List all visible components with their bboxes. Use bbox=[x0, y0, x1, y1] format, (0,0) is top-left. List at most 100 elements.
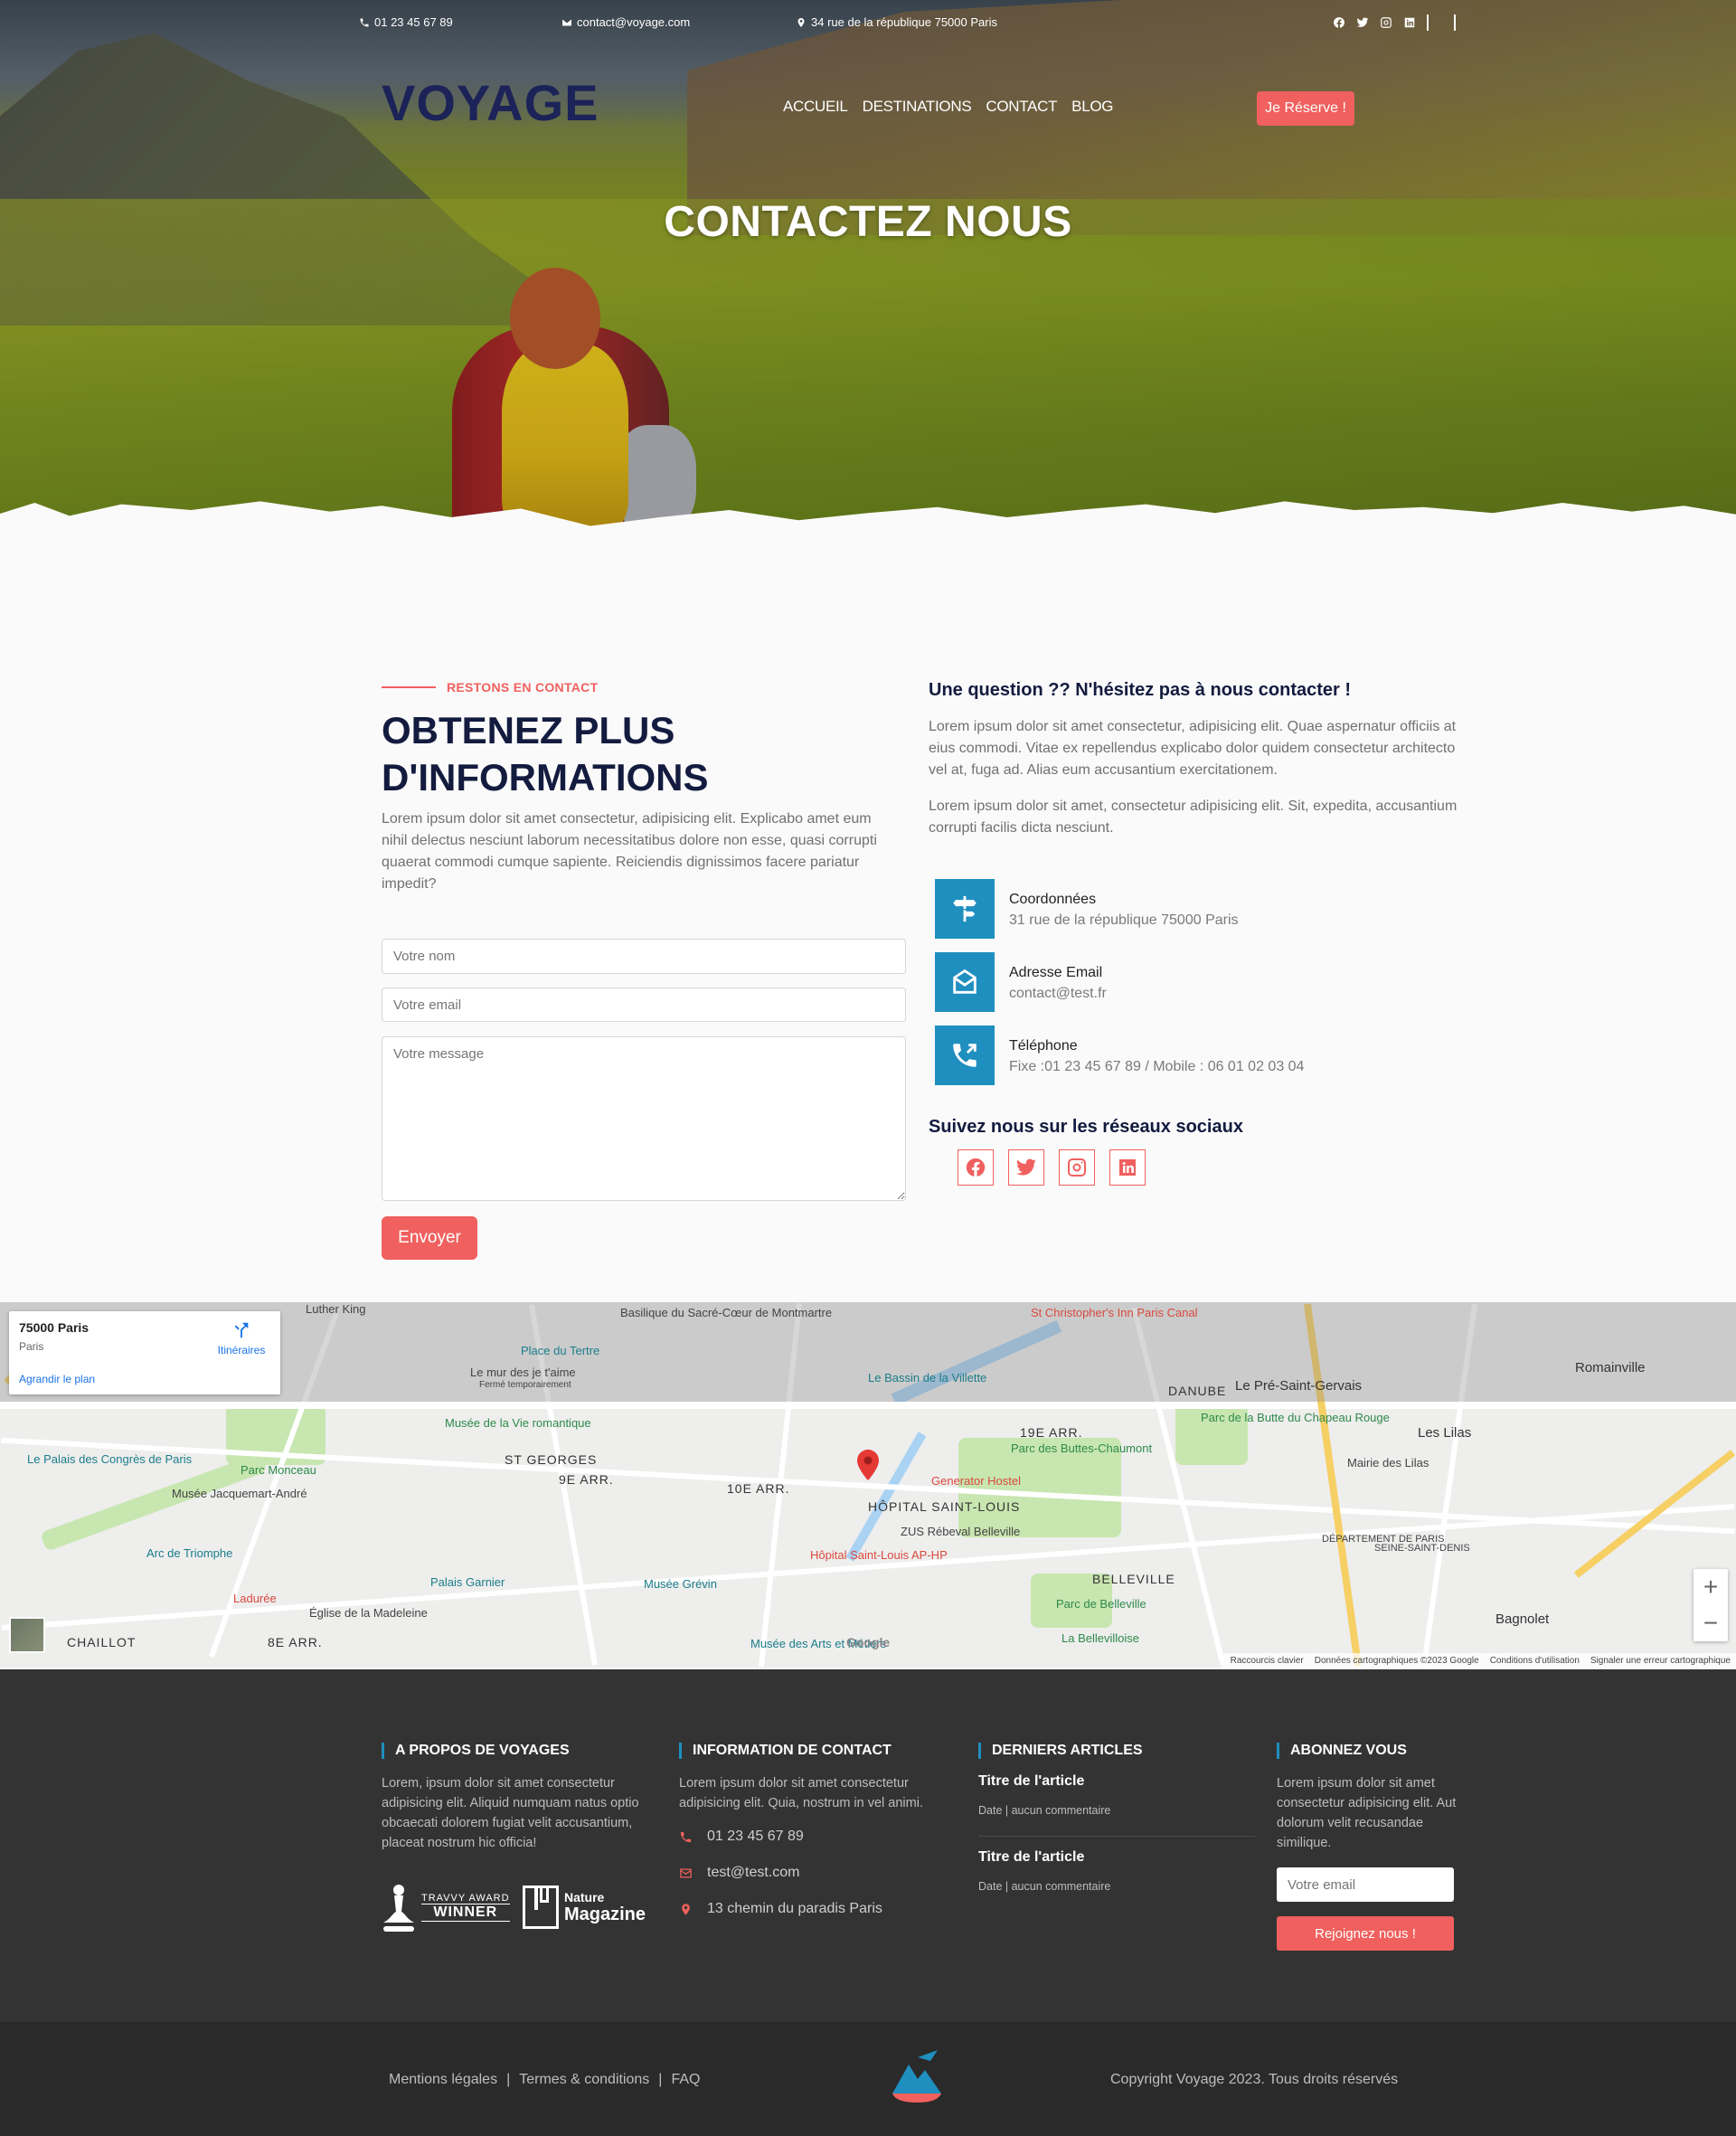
map-label: SEINE-SAINT-DENIS bbox=[1374, 1543, 1470, 1554]
topbar-phone[interactable]: 01 23 45 67 89 bbox=[359, 15, 453, 29]
footer-contact-text: Lorem ipsum dolor sit amet consectetur a… bbox=[679, 1776, 923, 1810]
keyboard-shortcuts-link[interactable]: Raccourcis clavier bbox=[1231, 1656, 1304, 1666]
footer-email-text: test@test.com bbox=[707, 1865, 800, 1880]
nature-magazine-logo-icon bbox=[523, 1886, 559, 1929]
twitter-icon bbox=[1016, 1158, 1036, 1176]
name-input[interactable] bbox=[382, 939, 906, 974]
linkedin-icon[interactable] bbox=[1403, 16, 1416, 29]
zoom-out-button[interactable]: − bbox=[1694, 1605, 1728, 1641]
map-label: ZUS Rébeval Belleville bbox=[901, 1525, 1021, 1538]
map-marker-icon[interactable] bbox=[857, 1450, 879, 1480]
envelope-icon bbox=[562, 19, 571, 25]
map-label: HÔPITAL SAINT-LOUIS bbox=[868, 1499, 1021, 1514]
legal-link[interactable]: Mentions légales bbox=[389, 2072, 497, 2088]
terms-link[interactable]: Conditions d'utilisation bbox=[1490, 1656, 1580, 1666]
info-value[interactable]: Fixe :01 23 45 67 89 / Mobile : 06 01 02… bbox=[1009, 1056, 1304, 1078]
article-title[interactable]: Titre de l'article bbox=[978, 1773, 1084, 1790]
footer-address: 13 chemin du paradis Paris bbox=[679, 1901, 882, 1917]
topbar-email[interactable]: contact@voyage.com bbox=[561, 15, 690, 29]
hero-overlay bbox=[0, 0, 1736, 561]
info-value: 31 rue de la république 75000 Paris bbox=[1009, 912, 1239, 928]
map-zoom-controls: + − bbox=[1694, 1569, 1728, 1641]
terms-link[interactable]: Termes & conditions bbox=[519, 2072, 649, 2088]
envelope-open-icon bbox=[935, 952, 995, 1012]
map-label: Parc de Belleville bbox=[1056, 1597, 1146, 1611]
map-label: Le mur des je t'aime bbox=[470, 1366, 576, 1379]
footer-contact-title: INFORMATION DE CONTACT bbox=[679, 1743, 892, 1759]
topbar-social bbox=[1333, 14, 1456, 31]
directions-icon bbox=[234, 1322, 249, 1338]
article-divider bbox=[978, 1836, 1255, 1837]
directions-button[interactable]: Itinéraires bbox=[210, 1320, 273, 1356]
info-address: Coordonnées 31 rue de la république 7500… bbox=[935, 879, 1239, 939]
hero-banner bbox=[0, 0, 1736, 561]
send-button[interactable]: Envoyer bbox=[382, 1216, 477, 1260]
info-label: Adresse Email bbox=[1009, 965, 1103, 980]
map-label: Romainville bbox=[1575, 1360, 1646, 1375]
footer-legal-links: Mentions légales | Termes & conditions | F… bbox=[389, 2072, 700, 2088]
phone-icon bbox=[680, 1831, 692, 1842]
facebook-link[interactable] bbox=[958, 1149, 994, 1186]
map-label: Le Palais des Congrès de Paris bbox=[27, 1452, 193, 1466]
badge-line-2: WINNER bbox=[421, 1904, 510, 1922]
map-label: ST GEORGES bbox=[505, 1452, 598, 1467]
map-label: Musée de la Vie romantique bbox=[445, 1416, 591, 1430]
trophy-icon bbox=[383, 1885, 414, 1932]
article-title[interactable]: Titre de l'article bbox=[978, 1849, 1084, 1866]
info-value[interactable]: contact@test.fr bbox=[1009, 983, 1107, 1005]
newsletter-email-input[interactable] bbox=[1277, 1867, 1454, 1902]
map-label: Parc de la Butte du Chapeau Rouge bbox=[1201, 1411, 1390, 1424]
map-label: St Christopher's Inn Paris Canal bbox=[1031, 1306, 1198, 1319]
map-marker-icon bbox=[682, 1903, 690, 1915]
message-input[interactable] bbox=[382, 1036, 906, 1201]
nav-item-destinations[interactable]: DESTINATIONS bbox=[863, 98, 972, 116]
instagram-icon[interactable] bbox=[1380, 16, 1392, 29]
voyage-mountain-logo-icon[interactable] bbox=[891, 2048, 943, 2104]
nav-item-blog[interactable]: BLOG bbox=[1071, 98, 1113, 116]
map-label: Luther King bbox=[306, 1302, 366, 1316]
footer-phone[interactable]: 01 23 45 67 89 bbox=[679, 1829, 804, 1845]
reserve-button[interactable]: Je Réserve ! bbox=[1257, 91, 1354, 126]
map-label: Bagnolet bbox=[1495, 1611, 1550, 1627]
map-label: Hôpital Saint-Louis AP-HP bbox=[810, 1548, 948, 1562]
footer-email[interactable]: test@test.com bbox=[679, 1865, 800, 1881]
section-title: OBTENEZ PLUS D'INFORMATIONS bbox=[382, 709, 709, 799]
nav-item-contact[interactable]: CONTACT bbox=[986, 98, 1057, 116]
footer-subscribe-text: Lorem ipsum dolor sit amet consectetur a… bbox=[1277, 1776, 1457, 1850]
twitter-icon[interactable] bbox=[1356, 16, 1369, 29]
map-label: Arc de Triomphe bbox=[146, 1546, 233, 1560]
footer-phone-text: 01 23 45 67 89 bbox=[707, 1829, 804, 1844]
enlarge-map-link[interactable]: Agrandir le plan bbox=[19, 1373, 95, 1385]
footer-about-text: Lorem, ipsum dolor sit amet consectetur … bbox=[382, 1776, 639, 1850]
satellite-toggle[interactable] bbox=[9, 1617, 45, 1653]
topbar-email-text: contact@voyage.com bbox=[577, 15, 691, 29]
faq-link[interactable]: FAQ bbox=[671, 2072, 700, 2088]
map-label: Musée Jacquemart-André bbox=[172, 1487, 307, 1500]
facebook-icon[interactable] bbox=[1333, 16, 1345, 29]
map-label: Église de la Madeleine bbox=[309, 1606, 428, 1620]
linkedin-link[interactable] bbox=[1109, 1149, 1146, 1186]
nav-item-accueil[interactable]: ACCUEIL bbox=[783, 98, 848, 116]
topbar-divider bbox=[1454, 14, 1456, 31]
topbar-divider bbox=[1427, 14, 1429, 31]
site-logo[interactable]: VOYAGE bbox=[382, 78, 599, 128]
footer-articles-title: DERNIERS ARTICLES bbox=[978, 1743, 1143, 1759]
kicker-text: RESTONS EN CONTACT bbox=[447, 680, 599, 695]
instagram-link[interactable] bbox=[1059, 1149, 1095, 1186]
report-error-link[interactable]: Signaler une erreur cartographique bbox=[1590, 1656, 1731, 1666]
map-label: Fermé temporairement bbox=[479, 1380, 571, 1390]
badge-line-2: Magazine bbox=[564, 1904, 646, 1924]
social-links bbox=[958, 1149, 1146, 1186]
map-attribution: Raccourcis clavier Données cartographiqu… bbox=[1221, 1653, 1736, 1668]
map-data-credit: Données cartographiques ©2023 Google bbox=[1314, 1655, 1479, 1666]
map-label: Le Pré-Saint-Gervais bbox=[1235, 1378, 1363, 1394]
map-place-card: 75000 Paris Paris Agrandir le plan Itiné… bbox=[9, 1311, 280, 1394]
email-input[interactable] bbox=[382, 988, 906, 1022]
map-label: Parc des Buttes-Chaumont bbox=[1011, 1441, 1153, 1455]
map-label: BELLEVILLE bbox=[1092, 1572, 1175, 1586]
twitter-link[interactable] bbox=[1008, 1149, 1044, 1186]
zoom-in-button[interactable]: + bbox=[1694, 1569, 1728, 1605]
section-kicker: RESTONS EN CONTACT bbox=[382, 680, 598, 695]
copyright: Copyright Voyage 2023. Tous droits réser… bbox=[1110, 2072, 1399, 2087]
newsletter-join-button[interactable]: Rejoignez nous ! bbox=[1277, 1916, 1454, 1951]
